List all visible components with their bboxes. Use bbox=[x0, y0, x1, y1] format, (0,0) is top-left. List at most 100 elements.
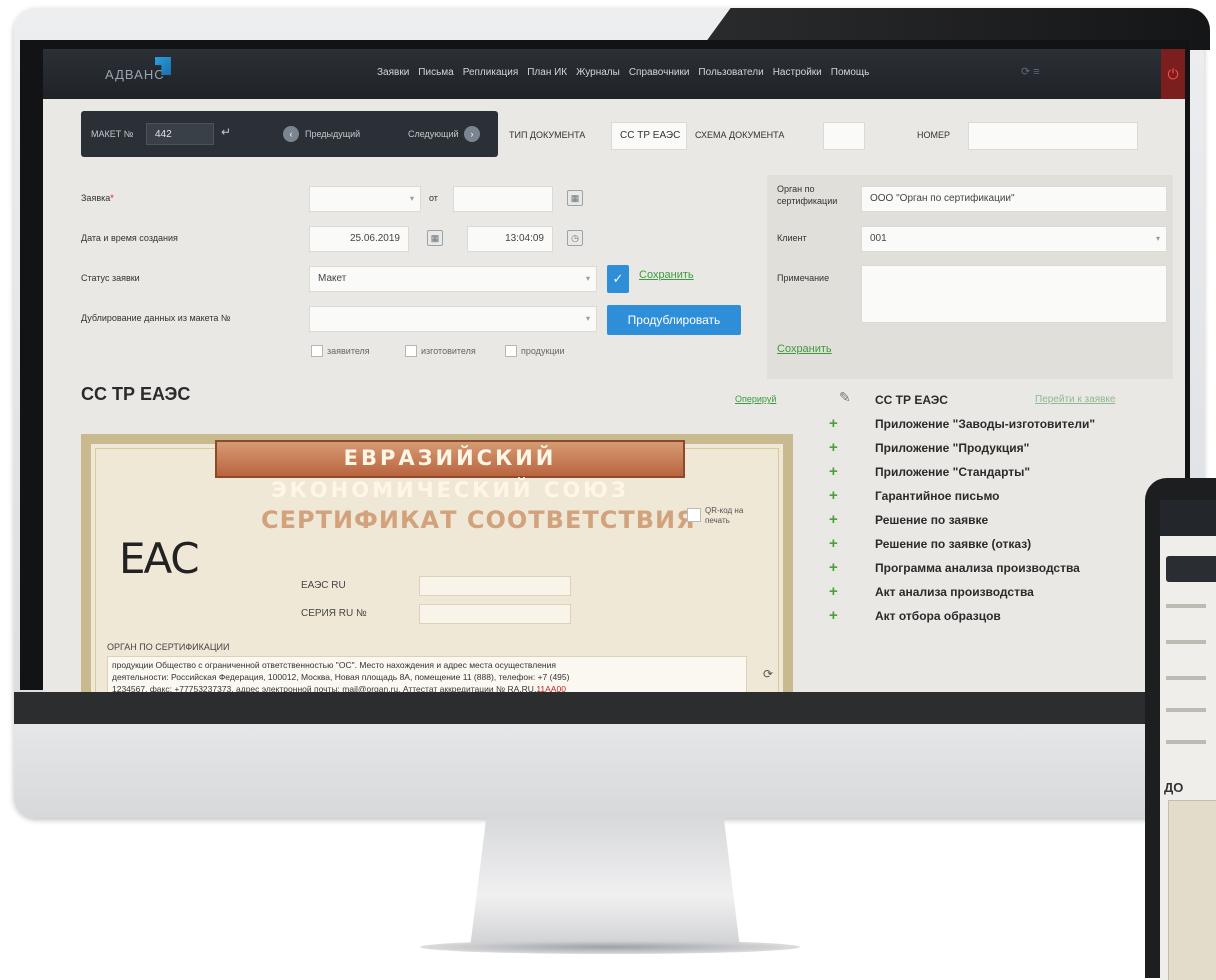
tablet-bar bbox=[1166, 556, 1216, 582]
monitor-stand bbox=[470, 818, 740, 948]
qr-checkbox[interactable] bbox=[687, 508, 701, 522]
plus-icon[interactable]: + bbox=[829, 560, 838, 575]
client-select[interactable]: 001 ▾ bbox=[861, 226, 1167, 252]
check-zayavitel[interactable]: заявителя bbox=[311, 345, 370, 357]
doc-item-label: Программа анализа производства bbox=[875, 561, 1080, 575]
tablet-row bbox=[1166, 740, 1206, 744]
calendar-icon[interactable]: ▦ bbox=[427, 230, 443, 246]
doc-type-field[interactable]: СС ТР ЕАЭС bbox=[611, 122, 687, 150]
app-screen: АДВАНС Заявки Письма Репликация План ИК … bbox=[43, 49, 1185, 693]
series-label: СЕРИЯ RU № bbox=[301, 608, 367, 619]
doc-item-label: Приложение "Стандарты" bbox=[875, 465, 1031, 479]
monitor-stand-base bbox=[420, 940, 800, 954]
maket-bar: МАКЕТ № 442 ↵ ‹ Предыдущий Следующий › bbox=[81, 111, 498, 157]
refresh-icon[interactable]: ⟳ bbox=[763, 667, 773, 681]
prev-arrow-icon[interactable]: ‹ bbox=[283, 126, 299, 142]
tablet-row bbox=[1166, 708, 1206, 712]
save-right-link[interactable]: Сохранить bbox=[777, 343, 832, 355]
cert-band: ЕВРАЗИЙСКИЙ ЭКОНОМИЧЕСКИЙ СОЮЗ bbox=[215, 440, 685, 502]
doc-schema-label: СХЕМА ДОКУМЕНТА bbox=[695, 130, 785, 140]
eaes-label: ЕАЭС RU bbox=[301, 580, 346, 591]
check-produkciya[interactable]: продукции bbox=[505, 345, 565, 357]
next-arrow-icon[interactable]: › bbox=[464, 126, 480, 142]
organ-text-line: деятельности: Российская Федерация, 1000… bbox=[112, 672, 570, 682]
doc-item-label: Гарантийное письмо bbox=[875, 489, 1000, 503]
goto-zayavka-link[interactable]: Перейти к заявке bbox=[1035, 394, 1115, 405]
menu-item-pisma[interactable]: Письма bbox=[418, 67, 453, 78]
duplicate-button[interactable]: Продублировать bbox=[607, 305, 741, 335]
plus-icon[interactable]: + bbox=[829, 440, 838, 455]
menu-item-zayavki[interactable]: Заявки bbox=[377, 67, 409, 78]
maket-label: МАКЕТ № bbox=[91, 129, 134, 139]
menu-item-pomosch[interactable]: Помощь bbox=[831, 67, 870, 78]
pencil-icon[interactable]: ✎ bbox=[839, 389, 851, 406]
dup-select[interactable]: ▾ bbox=[309, 306, 597, 332]
organ-field[interactable]: ООО "Орган по сертификации" bbox=[861, 186, 1167, 212]
logo-text: АДВАНС bbox=[105, 67, 165, 82]
doc-type-label: ТИП ДОКУМЕНТА bbox=[509, 130, 586, 140]
sign-link[interactable]: Оперируй bbox=[735, 394, 776, 404]
doc-item-label: Решение по заявке bbox=[875, 513, 989, 527]
zayavka-select[interactable]: ▾ bbox=[309, 186, 421, 212]
prev-button[interactable]: Предыдущий bbox=[305, 129, 360, 139]
organ-text-line: продукции Общество с ограниченной ответс… bbox=[112, 660, 556, 670]
eaes-field[interactable] bbox=[419, 576, 571, 596]
main-menu: Заявки Письма Репликация План ИК Журналы… bbox=[377, 67, 869, 78]
plus-icon[interactable]: + bbox=[829, 488, 838, 503]
client-label: Клиент bbox=[777, 233, 807, 243]
next-button[interactable]: Следующий bbox=[408, 129, 459, 139]
time-created-field[interactable]: 13:04:09 bbox=[467, 226, 553, 252]
date-created-label: Дата и время создания bbox=[81, 233, 178, 243]
enter-icon[interactable]: ↵ bbox=[221, 125, 231, 139]
zayavka-date-field[interactable] bbox=[453, 186, 553, 212]
tablet-heading: ДО bbox=[1164, 780, 1184, 795]
ot-label: от bbox=[429, 193, 438, 203]
save-icon-button[interactable]: ✓ bbox=[607, 265, 629, 293]
monitor-chin bbox=[14, 692, 1204, 818]
plus-icon[interactable]: + bbox=[829, 512, 838, 527]
menu-item-nastroiki[interactable]: Настройки bbox=[773, 67, 822, 78]
menu-item-zhurnaly[interactable]: Журналы bbox=[576, 67, 620, 78]
tablet-nav bbox=[1160, 500, 1216, 536]
number-label: НОМЕР bbox=[917, 130, 951, 140]
refresh-menu-icon[interactable]: ⟳ ≡ bbox=[1021, 65, 1040, 78]
clock-icon[interactable]: ◷ bbox=[567, 230, 583, 246]
tablet-screen: ДО bbox=[1160, 500, 1216, 980]
status-select[interactable]: Макет ▾ bbox=[309, 266, 597, 292]
plus-icon[interactable]: + bbox=[829, 416, 838, 431]
calendar-icon[interactable]: ▦ bbox=[567, 190, 583, 206]
date-created-field[interactable]: 25.06.2019 bbox=[309, 226, 409, 252]
certificate-preview: ЕВРАЗИЙСКИЙ ЭКОНОМИЧЕСКИЙ СОЮЗ СЕРТИФИКА… bbox=[81, 434, 793, 693]
plus-icon[interactable]: + bbox=[829, 464, 838, 479]
menu-item-plan-ik[interactable]: План ИК bbox=[527, 67, 567, 78]
eac-logo: ЕАС bbox=[119, 534, 200, 583]
menu-item-replikaciya[interactable]: Репликация bbox=[463, 67, 519, 78]
tablet-cert bbox=[1168, 800, 1216, 980]
maket-number-input[interactable]: 442 bbox=[146, 123, 214, 145]
doc-item-label: Акт отбора образцов bbox=[875, 609, 1001, 623]
menu-item-spravochniki[interactable]: Справочники bbox=[629, 67, 690, 78]
doc-schema-field[interactable] bbox=[823, 122, 865, 150]
cert-title: СЕРТИФИКАТ СООТВЕТСТВИЯ bbox=[261, 506, 696, 534]
series-field[interactable] bbox=[419, 604, 571, 624]
plus-icon[interactable]: + bbox=[829, 584, 838, 599]
plus-icon[interactable]: + bbox=[829, 536, 838, 551]
organ-label: Орган по сертификации bbox=[777, 184, 838, 206]
page-title: СС ТР ЕАЭС bbox=[81, 384, 191, 404]
doc-head-title: СС ТР ЕАЭС bbox=[875, 393, 948, 407]
power-icon[interactable]: ⏻ bbox=[1161, 49, 1185, 99]
tablet-row bbox=[1166, 640, 1206, 644]
tablet-row bbox=[1166, 676, 1206, 680]
doc-item-label: Приложение "Заводы-изготовители" bbox=[875, 417, 1096, 431]
save-link[interactable]: Сохранить bbox=[639, 269, 694, 281]
check-izgotovitel[interactable]: изготовителя bbox=[405, 345, 476, 357]
organ-description[interactable]: продукции Общество с ограниченной ответс… bbox=[107, 656, 747, 693]
number-field[interactable] bbox=[968, 122, 1138, 150]
tablet-row bbox=[1166, 604, 1206, 608]
doc-item-label: Приложение "Продукция" bbox=[875, 441, 1030, 455]
zayavka-label: Заявка* bbox=[81, 193, 114, 203]
plus-icon[interactable]: + bbox=[829, 608, 838, 623]
note-field[interactable] bbox=[861, 265, 1167, 323]
menu-item-polzovateli[interactable]: Пользователи bbox=[698, 67, 763, 78]
status-label: Статус заявки bbox=[81, 273, 140, 283]
